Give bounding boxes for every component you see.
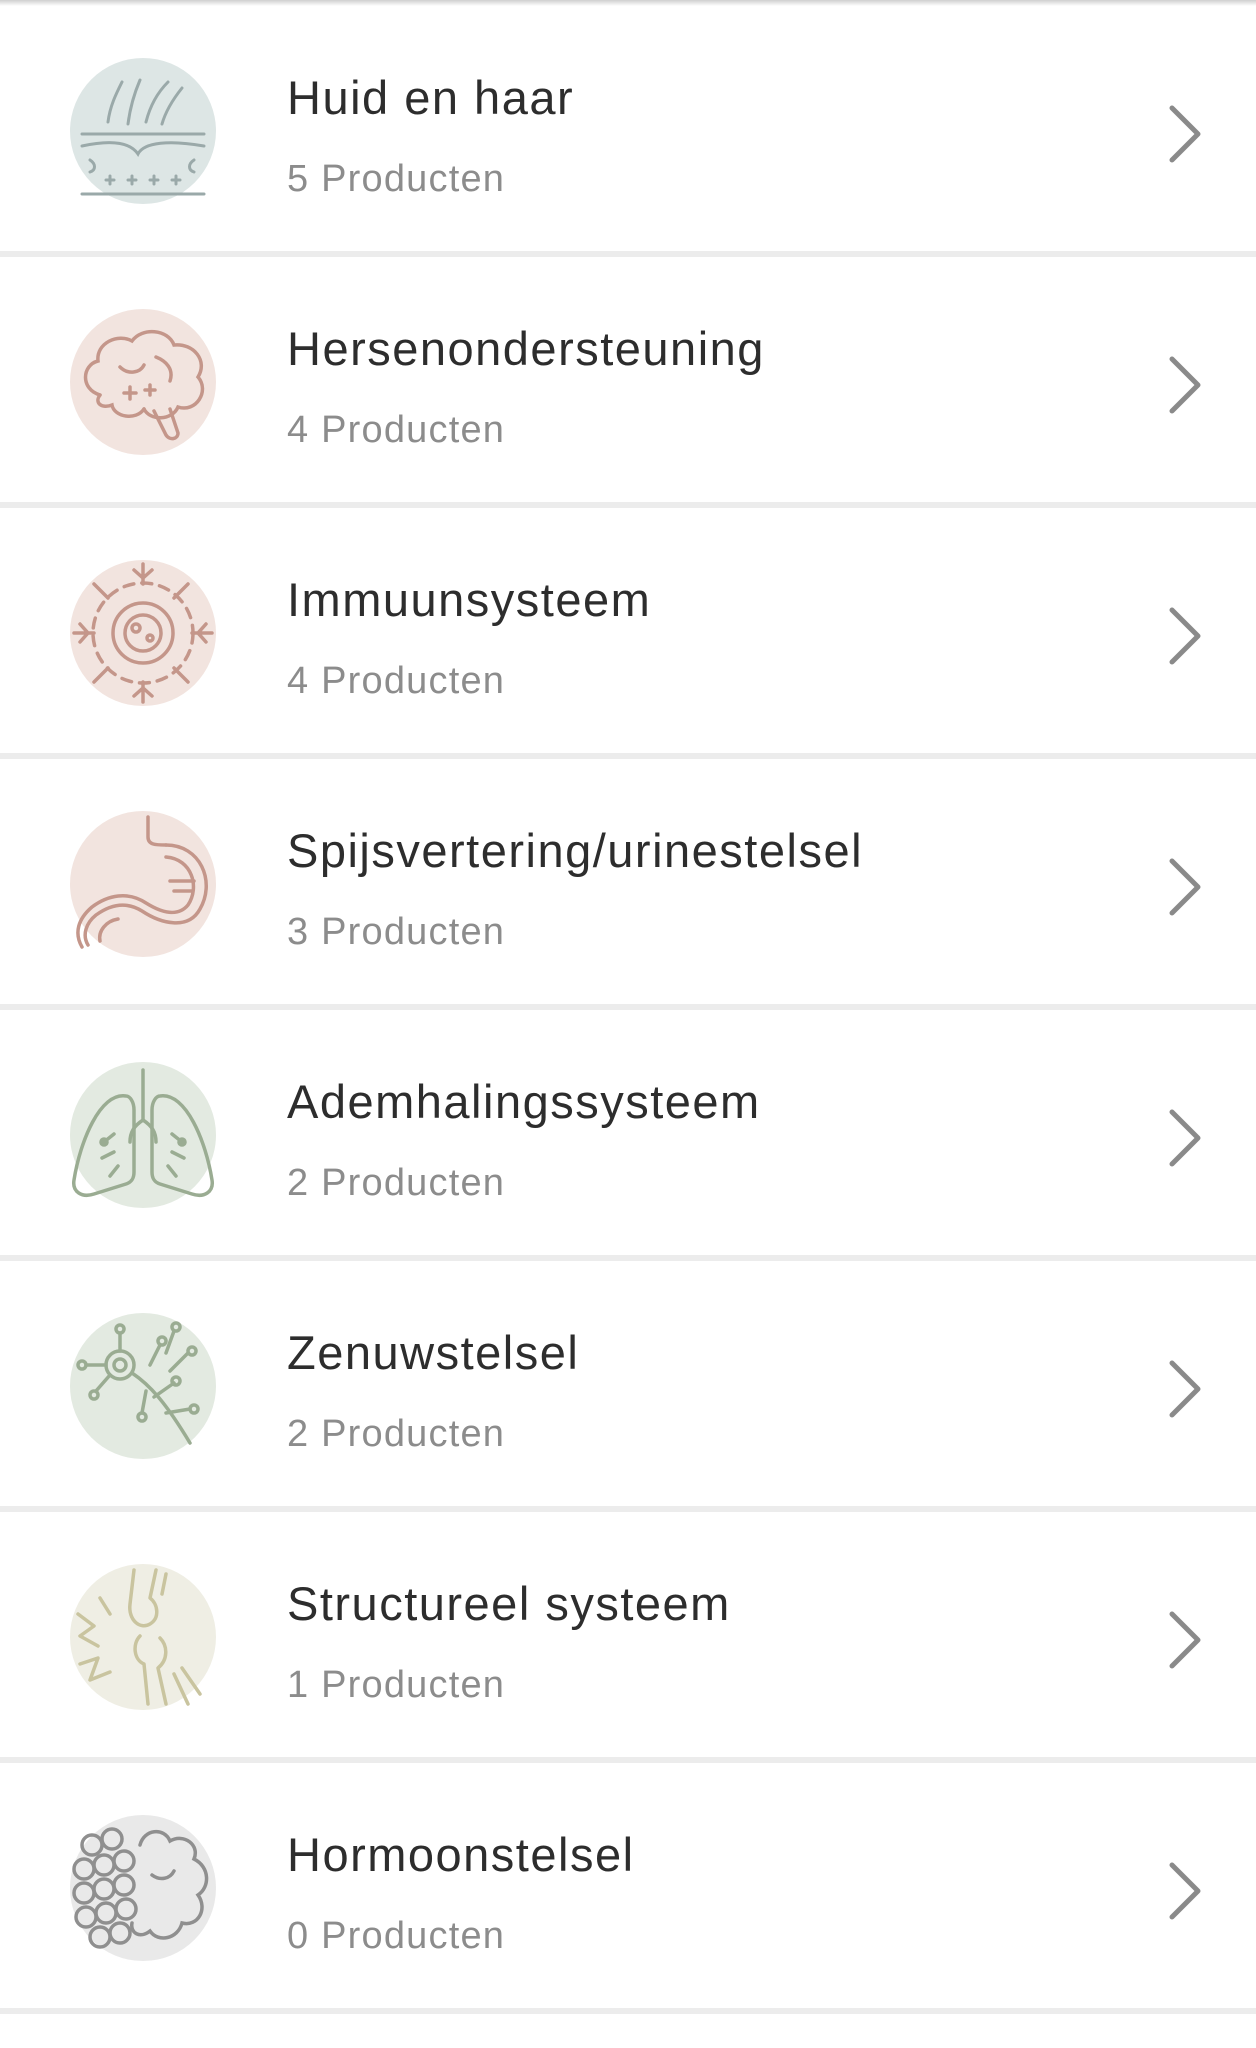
chevron-right-icon[interactable] (1160, 1357, 1210, 1421)
chevron-right-icon[interactable] (1160, 1608, 1210, 1672)
category-row-hormoonstelsel[interactable]: Hormoonstelsel 0 Producten (0, 1763, 1256, 2014)
joint-icon (70, 1564, 216, 1710)
chevron-right-icon[interactable] (1160, 1859, 1210, 1923)
category-product-count: 5 Producten (287, 158, 506, 200)
brain-icon (70, 309, 216, 455)
category-product-count: 2 Producten (287, 1162, 506, 1204)
chevron-right-icon[interactable] (1160, 1106, 1210, 1170)
skin-hair-icon (70, 58, 216, 204)
chevron-right-icon[interactable] (1160, 102, 1210, 166)
category-title: Ademhalingssysteem (287, 1075, 761, 1128)
category-title: Structureel systeem (287, 1577, 731, 1630)
chevron-right-icon[interactable] (1160, 353, 1210, 417)
category-row-spijsvertering[interactable]: Spijsvertering/urinestelsel 3 Producten (0, 759, 1256, 1010)
category-product-count: 4 Producten (287, 409, 506, 451)
category-product-count: 2 Producten (287, 1413, 506, 1455)
category-row-immuunsysteem[interactable]: Immuunsysteem 4 Producten (0, 508, 1256, 759)
category-title: Hormoonstelsel (287, 1828, 635, 1881)
chevron-right-icon[interactable] (1160, 855, 1210, 919)
category-product-count: 3 Producten (287, 911, 506, 953)
category-row-ademhalingssysteem[interactable]: Ademhalingssysteem 2 Producten (0, 1010, 1256, 1261)
category-title: Huid en haar (287, 71, 575, 124)
category-product-count: 4 Producten (287, 660, 506, 702)
category-list: Huid en haar 5 Producten Hersenondersteu… (0, 6, 1256, 2014)
category-product-count: 0 Producten (287, 1915, 506, 1957)
stomach-icon (70, 811, 216, 957)
gland-icon (70, 1815, 216, 1961)
category-title: Hersenondersteuning (287, 322, 765, 375)
category-row-hersenondersteuning[interactable]: Hersenondersteuning 4 Producten (0, 257, 1256, 508)
virus-icon (70, 560, 216, 706)
category-row-structureel-systeem[interactable]: Structureel systeem 1 Producten (0, 1512, 1256, 1763)
category-title: Spijsvertering/urinestelsel (287, 824, 864, 877)
category-product-count: 1 Producten (287, 1664, 506, 1706)
chevron-right-icon[interactable] (1160, 604, 1210, 668)
neuron-icon (70, 1313, 216, 1459)
category-title: Immuunsysteem (287, 573, 652, 626)
category-title: Zenuwstelsel (287, 1326, 580, 1379)
category-row-huid-en-haar[interactable]: Huid en haar 5 Producten (0, 6, 1256, 257)
lungs-icon (70, 1062, 216, 1208)
category-row-zenuwstelsel[interactable]: Zenuwstelsel 2 Producten (0, 1261, 1256, 1512)
